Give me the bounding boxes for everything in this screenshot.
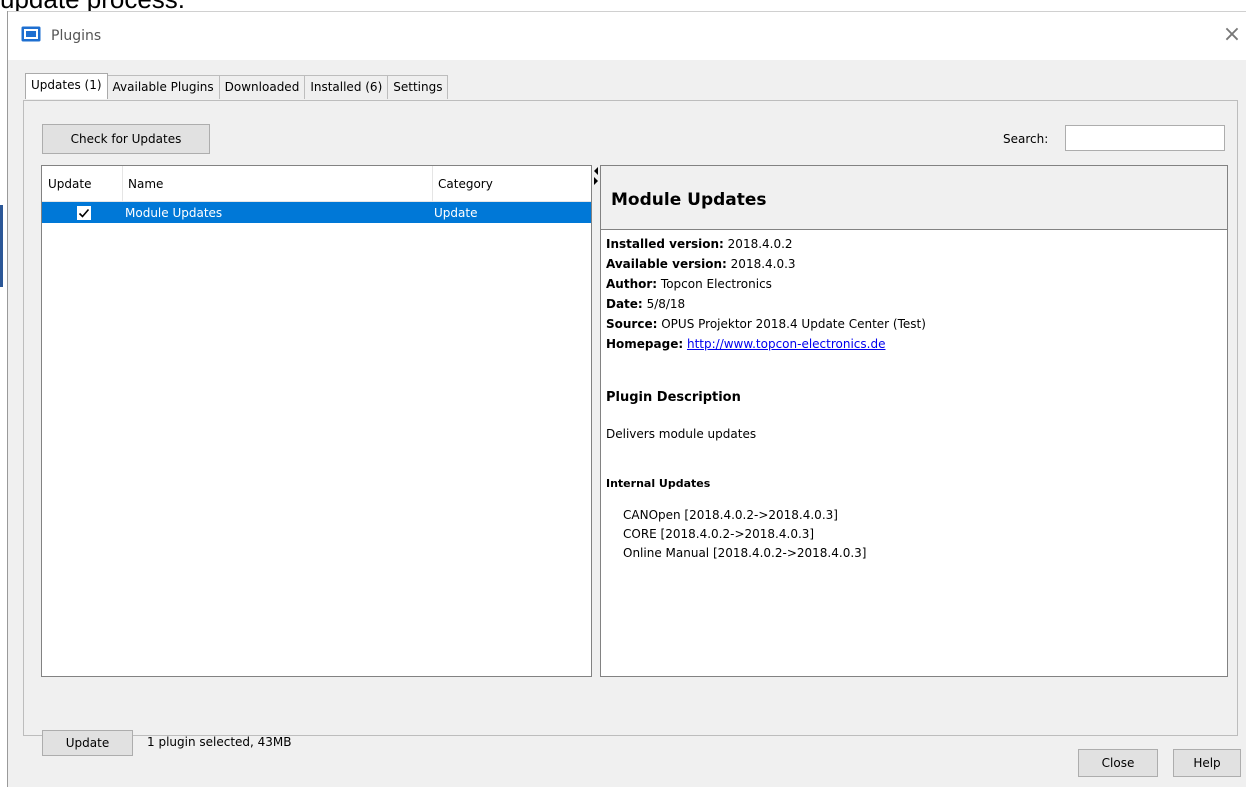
plugin-description-heading: Plugin Description — [606, 390, 741, 405]
plugins-window-icon — [21, 26, 41, 42]
installed-version-value: 2018.4.0.2 — [727, 237, 793, 251]
source-label: Source: — [606, 317, 658, 331]
collapse-right-arrow-icon[interactable] — [594, 177, 598, 185]
installed-version-line: Installed version: 2018.4.0.2 — [606, 235, 1221, 255]
help-button[interactable]: Help — [1173, 749, 1241, 777]
details-header: Module Updates — [601, 166, 1227, 230]
source-value: OPUS Projektor 2018.4 Update Center (Tes… — [661, 317, 926, 331]
date-line: Date: 5/8/18 — [606, 295, 1221, 315]
column-header-category[interactable]: Category — [432, 166, 591, 202]
update-button[interactable]: Update — [42, 730, 133, 756]
title-bar[interactable]: Plugins × — [8, 12, 1246, 60]
internal-updates-list: CANOpen [2018.4.0.2->2018.4.0.3] CORE [2… — [623, 506, 866, 563]
tab-downloaded[interactable]: Downloaded — [218, 75, 306, 99]
date-label: Date: — [606, 297, 643, 311]
search-input[interactable] — [1065, 125, 1225, 151]
plugin-list[interactable]: Update Name Category Module Updates Upda… — [41, 165, 592, 677]
details-body: Installed version: 2018.4.0.2 Available … — [606, 235, 1221, 560]
collapse-left-arrow-icon[interactable] — [594, 167, 598, 175]
window-title: Plugins — [51, 28, 102, 44]
close-icon[interactable]: × — [1218, 22, 1246, 47]
tab-updates[interactable]: Updates (1) — [25, 73, 108, 99]
list-item: CORE [2018.4.0.2->2018.4.0.3] — [623, 527, 815, 541]
update-checkbox[interactable] — [77, 205, 91, 220]
available-version-label: Available version: — [606, 257, 727, 271]
tab-installed[interactable]: Installed (6) — [304, 75, 389, 99]
check-for-updates-button[interactable]: Check for Updates — [42, 124, 210, 154]
updates-tab-panel: Check for Updates Search: Update Name Ca… — [23, 100, 1238, 756]
update-checkbox-cell[interactable] — [77, 202, 97, 223]
author-label: Author: — [606, 277, 658, 291]
homepage-label: Homepage: — [606, 337, 684, 351]
date-value: 5/8/18 — [646, 297, 686, 311]
checkmark-icon — [78, 208, 90, 218]
author-value: Topcon Electronics — [660, 277, 772, 291]
selection-status: 1 plugin selected, 43MB — [147, 735, 292, 749]
row-name: Module Updates — [125, 205, 223, 220]
plugin-description-text: Delivers module updates — [606, 427, 757, 441]
tab-available-plugins[interactable]: Available Plugins — [106, 75, 220, 99]
available-version-line: Available version: 2018.4.0.3 — [606, 255, 1221, 275]
column-header-name[interactable]: Name — [122, 166, 432, 202]
row-category: Update — [434, 205, 478, 220]
search-label: Search: — [1003, 132, 1049, 146]
dialog-content: Updates (1) Available Plugins Downloaded… — [8, 60, 1246, 787]
author-line: Author: Topcon Electronics — [606, 275, 1221, 295]
internal-updates-heading: Internal Updates — [606, 477, 711, 490]
list-item: Online Manual [2018.4.0.2->2018.4.0.3] — [623, 546, 867, 560]
column-header-update[interactable]: Update — [42, 166, 122, 202]
plugin-details-pane: Module Updates Installed version: 2018.4… — [600, 165, 1228, 677]
table-row[interactable]: Module Updates Update — [42, 202, 591, 223]
tab-settings[interactable]: Settings — [387, 75, 449, 99]
homepage-line: Homepage: http://www.topcon-electronics.… — [606, 335, 1221, 355]
installed-version-label: Installed version: — [606, 237, 724, 251]
tab-bar: Updates (1) Available Plugins Downloaded… — [25, 73, 449, 99]
background-window-edge — [0, 205, 3, 287]
list-item: CANOpen [2018.4.0.2->2018.4.0.3] — [623, 508, 838, 522]
homepage-link[interactable]: http://www.topcon-electronics.de — [687, 337, 885, 351]
source-line: Source: OPUS Projektor 2018.4 Update Cen… — [606, 315, 1221, 335]
list-header: Update Name Category — [42, 166, 591, 202]
close-button[interactable]: Close — [1078, 749, 1158, 777]
available-version-value: 2018.4.0.3 — [730, 257, 796, 271]
details-title: Module Updates — [611, 190, 767, 210]
splitter-handle[interactable] — [592, 165, 600, 677]
